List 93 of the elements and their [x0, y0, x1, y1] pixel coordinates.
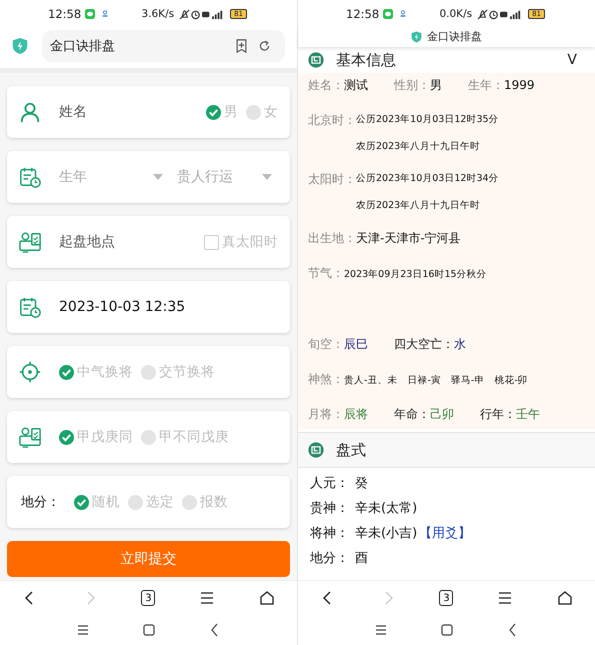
field-value: 桃花-卯	[494, 374, 528, 387]
network-speed: 0.0K/s	[439, 8, 472, 20]
difen-radio[interactable]: 报数	[182, 493, 228, 511]
field-label: 月将：	[308, 407, 344, 421]
field-label: 出生地：	[308, 231, 356, 245]
date-value: 农历2023年八月十九日午时	[356, 199, 482, 212]
page-title: 金口诀排盘	[427, 29, 482, 44]
shield-icon	[411, 30, 422, 42]
notification-icon	[101, 10, 110, 18]
field-label: 贵神：	[310, 500, 350, 517]
notification-icon	[399, 10, 408, 18]
location-field[interactable]: 起盘地点	[59, 233, 115, 251]
home-icon[interactable]	[438, 622, 454, 638]
mode-select[interactable]: 贵人行运	[177, 168, 278, 186]
home-icon[interactable]	[140, 622, 156, 638]
difen-radio[interactable]: 选定	[128, 493, 174, 511]
field-value: 测试	[344, 78, 368, 92]
collapse-toggle[interactable]: V	[567, 52, 577, 68]
caret-icon	[262, 174, 272, 180]
yongyao-link[interactable]: 【用爻】	[419, 524, 472, 542]
field-label: 地分：	[310, 550, 350, 567]
difen-radio[interactable]: 随机	[74, 493, 120, 511]
refresh-icon[interactable]	[258, 39, 271, 53]
tabs-button[interactable]: 3	[141, 590, 156, 606]
calendar-clock-icon	[19, 296, 41, 318]
shield-icon	[12, 37, 28, 55]
field-value: 辛未(太常)	[355, 500, 418, 517]
field-value: 辛未(小吉)	[355, 525, 418, 542]
field-label: 四大空亡：	[394, 337, 454, 351]
difen-label: 地分：	[21, 494, 60, 511]
field-label: 太阳时：	[308, 171, 356, 188]
gender-radio[interactable]: 男	[206, 103, 238, 121]
home-icon[interactable]	[259, 590, 276, 606]
person-icon	[19, 101, 41, 123]
menu-icon[interactable]	[497, 590, 514, 606]
option-radio[interactable]: 中气换将	[59, 363, 133, 381]
field-label: 节气：	[308, 265, 344, 282]
field-value: 日禄-寅	[407, 374, 441, 387]
section-title: 基本信息	[336, 50, 396, 70]
field-value: 壬午	[516, 407, 540, 421]
section-logo-icon	[308, 52, 324, 68]
field-label: 行年：	[480, 407, 516, 421]
option-radio[interactable]: 甲不同戊庚	[141, 428, 229, 446]
true-solar-time-checkbox[interactable]: 真太阳时	[204, 233, 278, 251]
field-value: 酉	[355, 550, 368, 567]
target-icon	[19, 361, 41, 383]
status-time: 12:58	[346, 7, 380, 21]
option-radio[interactable]: 甲戊庚同	[59, 428, 133, 446]
address-bar[interactable]: 金口诀排盘	[42, 30, 285, 62]
field-value: 贵人-丑、未	[344, 374, 398, 387]
status-time: 12:58	[48, 7, 82, 21]
field-label: 将神：	[310, 525, 350, 542]
caret-icon	[153, 174, 163, 180]
field-label: 年命：	[394, 407, 430, 421]
gender-radio[interactable]: 女	[246, 103, 278, 121]
field-label: 旬空：	[308, 337, 344, 351]
section-logo-icon	[308, 442, 324, 458]
field-label: 神煞：	[308, 371, 344, 388]
field-value: 己卯	[430, 407, 454, 421]
calendar-clock-icon	[19, 166, 41, 188]
network-speed: 3.6K/s	[141, 8, 174, 20]
field-value: 辰将	[344, 407, 368, 421]
option-radio[interactable]: 交节换将	[141, 363, 215, 381]
birth-year-select[interactable]: 生年	[59, 168, 169, 186]
field-value: 水	[454, 337, 466, 351]
person-card-icon	[19, 231, 41, 253]
date-value: 公历2023年10月03日12时34分	[356, 172, 499, 185]
chat-app-icon	[85, 9, 96, 19]
section-header[interactable]: 盘式	[298, 432, 595, 468]
field-value: 驿马-申	[450, 374, 484, 387]
name-field[interactable]: 姓名	[59, 103, 87, 121]
field-label: 人元：	[310, 475, 350, 492]
field-value: 癸	[355, 475, 368, 492]
field-label: 生年：	[468, 78, 504, 92]
field-value: 天津-天津市-宁河县	[356, 231, 461, 245]
datetime-field[interactable]: 2023-10-03 12:35	[59, 299, 186, 315]
menu-icon[interactable]	[199, 590, 216, 606]
field-value: 1999	[504, 78, 535, 92]
field-label: 姓名：	[308, 78, 344, 92]
bookmark-add-icon[interactable]	[235, 39, 248, 53]
field-value: 辰巳	[344, 337, 368, 351]
field-label: 性别：	[394, 78, 430, 92]
section-title: 盘式	[336, 440, 366, 460]
date-value: 农历2023年八月十九日午时	[356, 140, 482, 153]
field-value: 男	[430, 78, 442, 92]
home-icon[interactable]	[557, 590, 574, 606]
field-label: 北京时：	[308, 112, 356, 129]
chat-app-icon	[383, 9, 394, 19]
date-value: 公历2023年10月03日12时35分	[356, 113, 499, 126]
tabs-button[interactable]: 3	[439, 590, 454, 606]
field-value: 2023年09月23日16时15分秋分	[344, 268, 487, 281]
person-card-icon	[19, 426, 41, 448]
submit-button[interactable]: 立即提交	[7, 541, 290, 577]
